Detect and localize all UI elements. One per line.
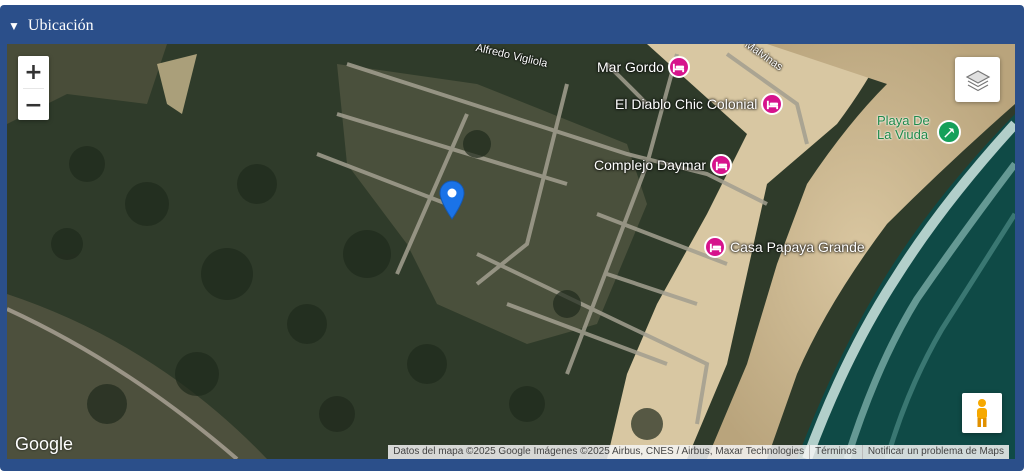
hotel-icon [704,236,726,258]
place-el-diablo-chic-colonial[interactable]: El Diablo Chic Colonial [615,93,784,115]
hotel-icon [710,154,733,176]
section-title: Ubicación [27,17,94,34]
place-label: El Diablo Chic Colonial [615,96,758,112]
place-mar-gordo[interactable]: Mar Gordo [597,56,690,78]
zoom-in-button[interactable]: + [18,56,49,88]
map-layers-button[interactable] [955,57,1000,102]
place-complejo-daymar[interactable]: Complejo Daymar [594,154,733,176]
place-playa-de-la-viuda[interactable]: Playa De La Viuda [877,114,930,142]
layers-icon [965,69,990,91]
map-view[interactable]: Alfredo Vigliola Malvinas Mar Gordo El D… [7,44,1015,459]
pegman-icon [977,399,987,427]
beach-icon[interactable] [937,120,961,144]
place-casa-papaya-grande[interactable]: Casa Papaya Grande [704,236,865,258]
zoom-out-button[interactable]: − [18,89,49,121]
location-panel: ▼ Ubicación Alfredo Vigliola Malvinas Ma… [0,5,1024,471]
collapse-triangle-icon: ▼ [8,18,20,33]
beach-label-line1: Playa De [877,113,930,128]
place-label: Casa Papaya Grande [730,239,865,255]
terms-link[interactable]: Términos [809,445,862,459]
beach-label-line2: La Viuda [877,127,929,142]
location-section-toggle[interactable]: ▼ Ubicación [8,16,94,36]
street-view-pegman-button[interactable] [962,393,1002,433]
place-label: Mar Gordo [597,59,664,75]
zoom-control: + − [18,56,49,120]
place-label: Complejo Daymar [594,157,707,173]
map-attribution-bar: Datos del mapa ©2025 Google Imágenes ©20… [388,445,1009,459]
hotel-icon [761,93,784,115]
google-logo: Google [15,434,74,454]
report-problem-link[interactable]: Notificar un problema de Maps [861,445,1009,459]
location-pin-icon[interactable] [439,180,465,225]
attribution-text: Datos del mapa ©2025 Google Imágenes ©20… [393,446,805,457]
hotel-icon [667,56,690,78]
